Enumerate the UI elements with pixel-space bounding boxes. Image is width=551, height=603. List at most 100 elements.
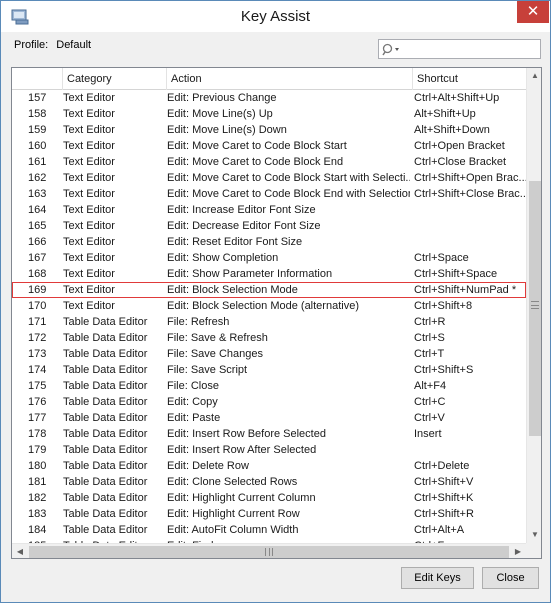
table-row[interactable]: 178 Table Data Editor Edit: Insert Row Bef… bbox=[12, 426, 526, 442]
row-shortcut: Ctrl+Space bbox=[414, 252, 469, 264]
scroll-down-icon[interactable]: ▼ bbox=[527, 527, 541, 543]
vertical-scroll-thumb[interactable] bbox=[529, 181, 541, 436]
edit-keys-button[interactable]: Edit Keys bbox=[401, 567, 474, 589]
row-category: Text Editor bbox=[63, 172, 115, 184]
row-category: Text Editor bbox=[63, 204, 115, 216]
search-input[interactable] bbox=[378, 39, 541, 59]
row-shortcut: Insert bbox=[414, 428, 442, 440]
row-category: Table Data Editor bbox=[63, 364, 148, 376]
close-button[interactable]: Close bbox=[482, 567, 539, 589]
scroll-right-icon[interactable]: ▶ bbox=[510, 544, 526, 558]
row-action: Edit: Copy bbox=[167, 396, 218, 408]
table-row[interactable]: 158 Text Editor Edit: Move Line(s) Up Alt+S… bbox=[12, 106, 526, 122]
row-shortcut: Alt+Shift+Up bbox=[414, 108, 476, 120]
table-row[interactable]: 165 Text Editor Edit: Decrease Editor Font… bbox=[12, 218, 526, 234]
row-action: Edit: Delete Row bbox=[167, 460, 249, 472]
table-row[interactable]: 184 Table Data Editor Edit: AutoFit Column… bbox=[12, 522, 526, 538]
scroll-left-icon[interactable]: ◀ bbox=[12, 544, 28, 558]
row-number: 168 bbox=[28, 268, 47, 280]
key-bindings-table[interactable]: Category Action Shortcut 157 Text Editor E… bbox=[11, 67, 542, 559]
table-row[interactable]: 173 Table Data Editor File: Save Changes Ct… bbox=[12, 346, 526, 362]
row-number: 165 bbox=[28, 220, 47, 232]
row-shortcut: Ctrl+T bbox=[414, 348, 445, 360]
row-shortcut: Ctrl+Shift+K bbox=[414, 492, 474, 504]
search-icon[interactable] bbox=[382, 43, 402, 57]
row-shortcut: Ctrl+R bbox=[414, 316, 446, 328]
scroll-up-icon[interactable]: ▲ bbox=[527, 68, 541, 84]
window-close-button[interactable]: ✕ bbox=[517, 1, 549, 23]
column-header-number[interactable] bbox=[12, 68, 63, 90]
row-action: Edit: Insert Row After Selected bbox=[167, 444, 317, 456]
table-row[interactable]: 174 Table Data Editor File: Save Script Ctr… bbox=[12, 362, 526, 378]
table-row[interactable]: 163 Text Editor Edit: Move Caret to Code B… bbox=[12, 186, 526, 202]
row-number: 173 bbox=[28, 348, 47, 360]
profile-row: Profile: Default bbox=[14, 39, 91, 51]
table-row[interactable]: 162 Text Editor Edit: Move Caret to Code B… bbox=[12, 170, 526, 186]
row-number: 167 bbox=[28, 252, 47, 264]
scrollbar-corner bbox=[526, 543, 541, 558]
row-shortcut: Ctrl+Shift+Close Brac... bbox=[414, 188, 526, 200]
table-row[interactable]: 160 Text Editor Edit: Move Caret to Code B… bbox=[12, 138, 526, 154]
row-shortcut: Ctrl+Shift+V bbox=[414, 476, 474, 488]
column-header-shortcut[interactable]: Shortcut bbox=[413, 68, 526, 90]
table-row[interactable]: 183 Table Data Editor Edit: Highlight Curr… bbox=[12, 506, 526, 522]
row-category: Text Editor bbox=[63, 220, 115, 232]
row-shortcut: Ctrl+V bbox=[414, 412, 445, 424]
row-number: 174 bbox=[28, 364, 47, 376]
vertical-scrollbar[interactable]: ▲ ▼ bbox=[526, 68, 541, 543]
row-number: 162 bbox=[28, 172, 47, 184]
row-number: 178 bbox=[28, 428, 47, 440]
table-row[interactable]: 171 Table Data Editor File: Refresh Ctrl+R bbox=[12, 314, 526, 330]
row-shortcut: Alt+Shift+Down bbox=[414, 124, 490, 136]
row-category: Text Editor bbox=[63, 236, 115, 248]
column-header-category[interactable]: Category bbox=[63, 68, 167, 90]
column-header-action[interactable]: Action bbox=[167, 68, 413, 90]
row-number: 176 bbox=[28, 396, 47, 408]
row-category: Table Data Editor bbox=[63, 476, 148, 488]
row-number: 184 bbox=[28, 524, 47, 536]
table-row[interactable]: 169 Text Editor Edit: Block Selection Mode… bbox=[12, 282, 526, 298]
key-assist-window: Key Assist ✕ Profile: Default Category Ac… bbox=[0, 0, 551, 603]
table-row[interactable]: 159 Text Editor Edit: Move Line(s) Down Alt… bbox=[12, 122, 526, 138]
row-category: Text Editor bbox=[63, 300, 115, 312]
row-category: Table Data Editor bbox=[63, 444, 148, 456]
row-action: File: Close bbox=[167, 380, 219, 392]
row-shortcut bbox=[414, 234, 526, 250]
table-row[interactable]: 168 Text Editor Edit: Show Parameter Infor… bbox=[12, 266, 526, 282]
table-row[interactable]: 176 Table Data Editor Edit: Copy Ctrl+C bbox=[12, 394, 526, 410]
row-category: Text Editor bbox=[63, 156, 115, 168]
row-number: 163 bbox=[28, 188, 47, 200]
row-shortcut: Ctrl+C bbox=[414, 396, 446, 408]
table-row[interactable]: 172 Table Data Editor File: Save & Refresh… bbox=[12, 330, 526, 346]
grip-icon bbox=[531, 301, 539, 309]
row-action: Edit: Move Caret to Code Block End with … bbox=[167, 188, 410, 200]
table-row[interactable]: 161 Text Editor Edit: Move Caret to Code B… bbox=[12, 154, 526, 170]
profile-label: Profile: bbox=[14, 39, 49, 51]
profile-value: Default bbox=[56, 39, 92, 51]
table-row[interactable]: 170 Text Editor Edit: Block Selection Mode… bbox=[12, 298, 526, 314]
row-action: Edit: Show Completion bbox=[167, 252, 279, 264]
table-row[interactable]: 164 Text Editor Edit: Increase Editor Font… bbox=[12, 202, 526, 218]
table-row[interactable]: 177 Table Data Editor Edit: Paste Ctrl+V bbox=[12, 410, 526, 426]
row-action: Edit: Previous Change bbox=[167, 92, 277, 104]
row-number: 172 bbox=[28, 332, 47, 344]
row-shortcut: Ctrl+S bbox=[414, 332, 445, 344]
horizontal-scrollbar[interactable]: ◀ ▶ bbox=[12, 543, 526, 558]
table-row[interactable]: 182 Table Data Editor Edit: Highlight Curr… bbox=[12, 490, 526, 506]
table-row[interactable]: 175 Table Data Editor File: Close Alt+F4 bbox=[12, 378, 526, 394]
row-shortcut: Ctrl+Shift+R bbox=[414, 508, 474, 520]
row-category: Text Editor bbox=[63, 188, 115, 200]
row-shortcut: Ctrl+Shift+Open Brac... bbox=[414, 172, 526, 184]
table-row[interactable]: 157 Text Editor Edit: Previous Change Ctrl+… bbox=[12, 90, 526, 106]
row-category: Table Data Editor bbox=[63, 348, 148, 360]
table-row[interactable]: 180 Table Data Editor Edit: Delete Row Ctrl… bbox=[12, 458, 526, 474]
row-shortcut: Ctrl+Shift+Space bbox=[414, 268, 498, 280]
table-row[interactable]: 179 Table Data Editor Edit: Insert Row Aft… bbox=[12, 442, 526, 458]
table-row[interactable]: 181 Table Data Editor Edit: Clone Selected… bbox=[12, 474, 526, 490]
row-category: Text Editor bbox=[63, 108, 115, 120]
horizontal-scroll-thumb[interactable] bbox=[29, 546, 509, 558]
row-category: Text Editor bbox=[63, 284, 115, 296]
row-number: 158 bbox=[28, 108, 47, 120]
table-row[interactable]: 166 Text Editor Edit: Reset Editor Font Si… bbox=[12, 234, 526, 250]
table-row[interactable]: 167 Text Editor Edit: Show Completion Ctrl+… bbox=[12, 250, 526, 266]
